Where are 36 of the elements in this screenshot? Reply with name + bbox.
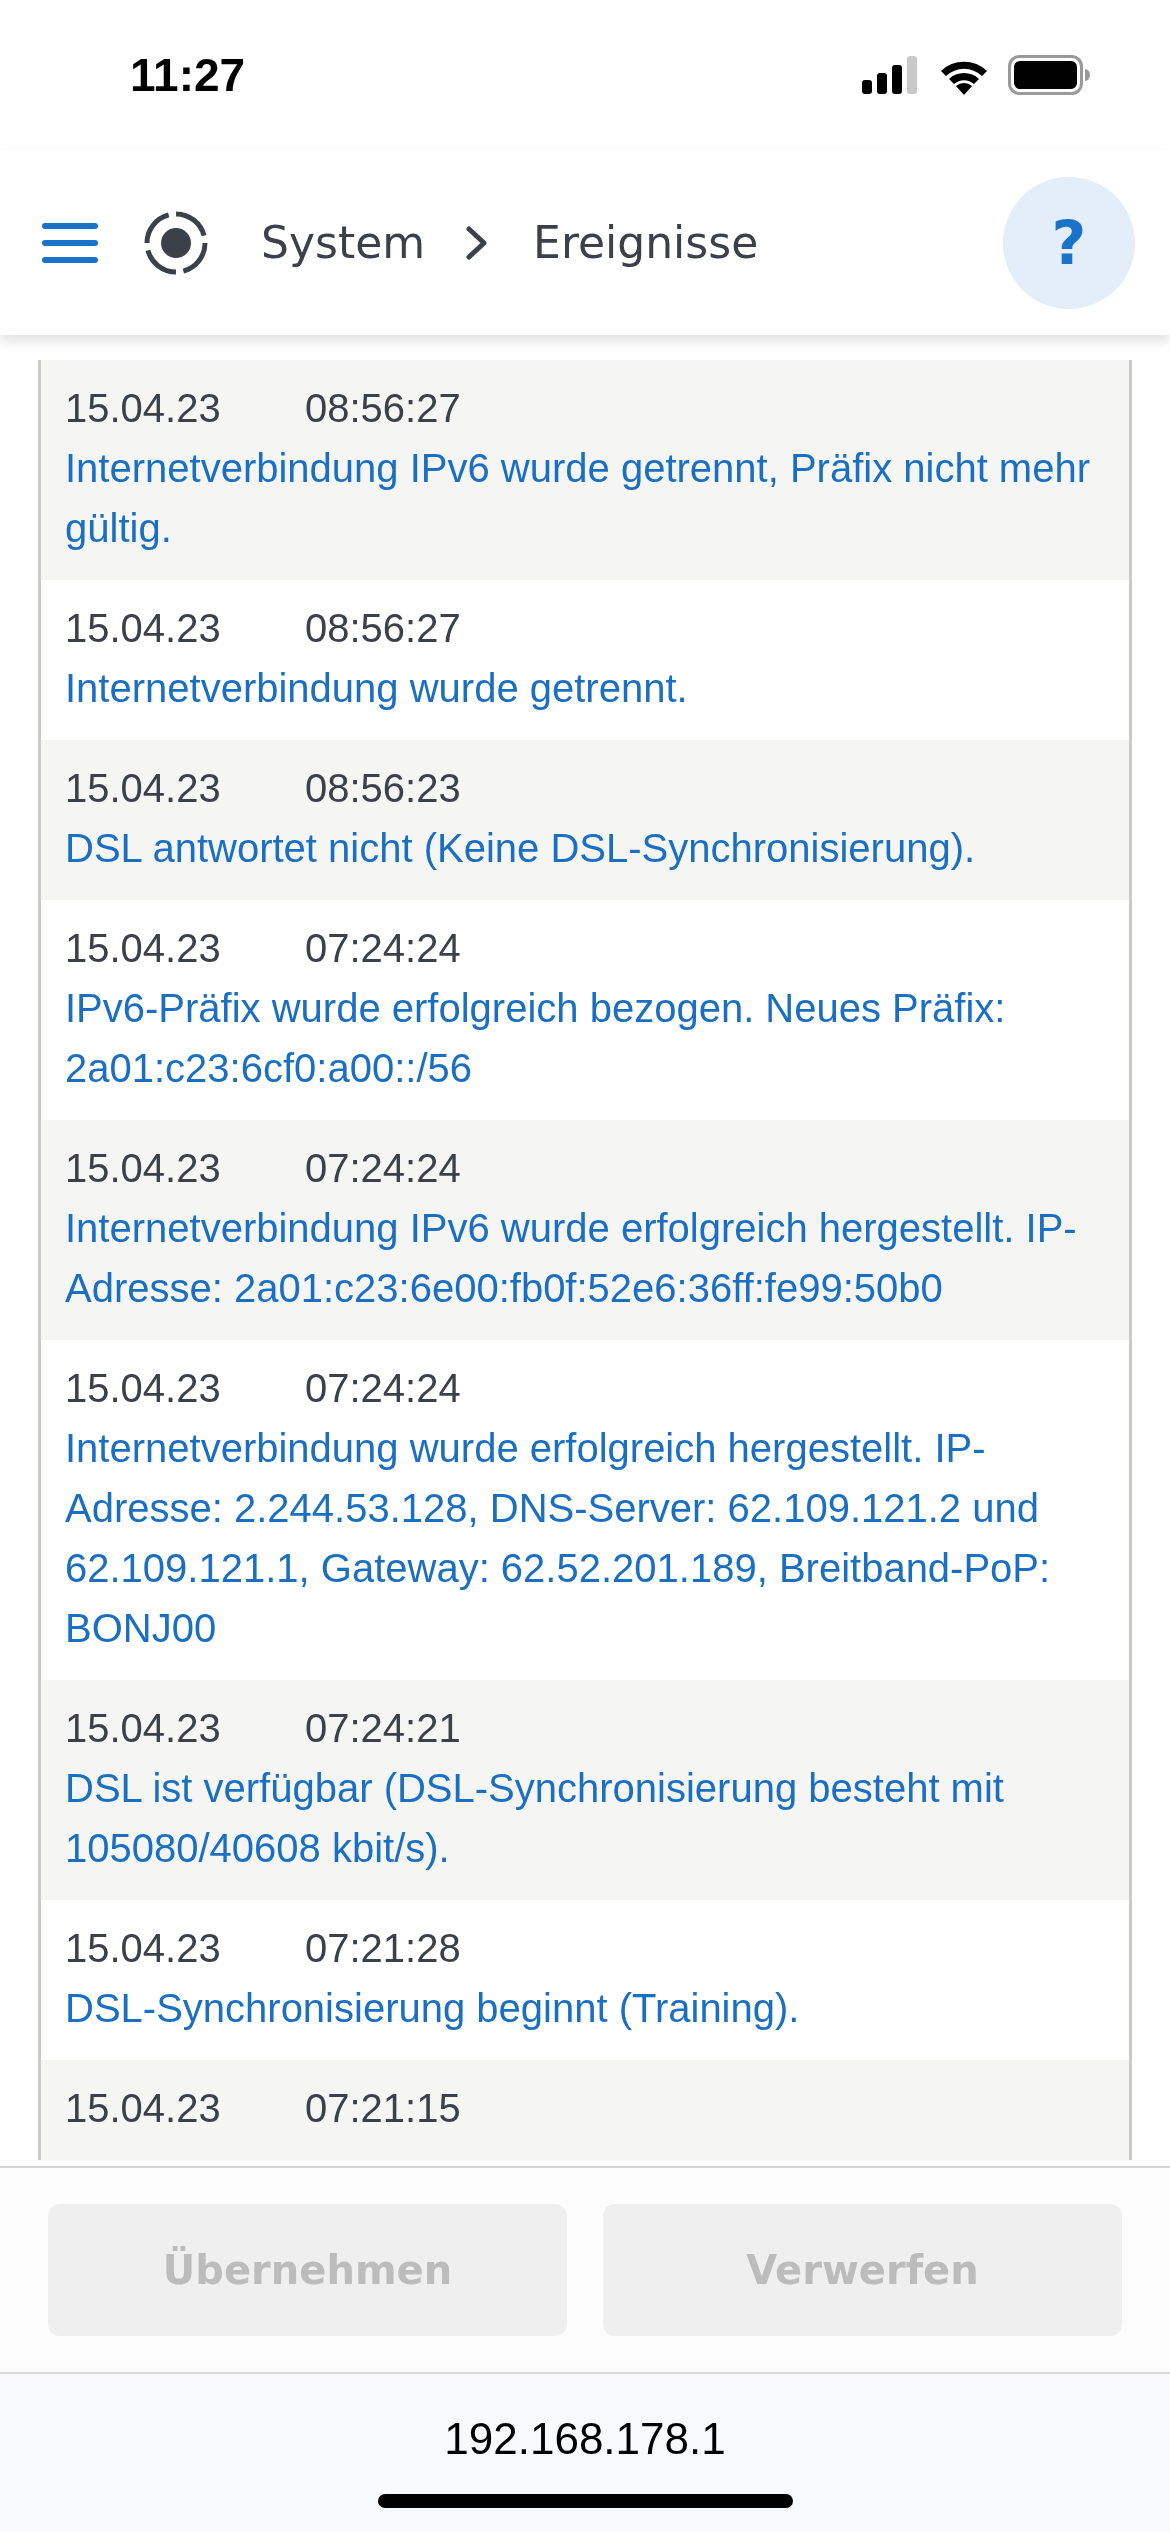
event-time: 07:24:24 <box>305 1365 461 1412</box>
event-message: IPv6-Präfix wurde erfolgreich bezogen. Neues Präfix: 2a01:c23:6cf0:a00::/56 <box>65 985 1007 1092</box>
event-time: 07:24:24 <box>305 925 461 972</box>
breadcrumb-item[interactable]: System <box>261 217 426 268</box>
chevron-icon <box>465 224 490 261</box>
event-date: 15.04.23 <box>65 925 222 972</box>
help-button[interactable]: ? <box>1003 176 1135 309</box>
event-date: 15.04.23 <box>65 2085 222 2132</box>
event-message: DSL ist verfügbar (DSL-Synchronisierung besteht mit 105080/40608 kbit/s). <box>65 1765 1005 1872</box>
event-date: 15.04.23 <box>65 1145 222 1192</box>
signal-icon <box>862 56 920 94</box>
event-time: 07:24:21 <box>305 1705 461 1752</box>
event-message: DSL-Synchronisierung beginnt (Training). <box>65 1985 801 2032</box>
event-message: Internetverbindung IPv6 wurde getrennt, Präfix nicht mehr gültig. <box>65 445 1091 552</box>
event-time: 07:21:15 <box>305 2085 461 2132</box>
breadcrumb-item[interactable]: Ereignisse <box>533 217 759 268</box>
event-date: 15.04.23 <box>65 605 222 652</box>
event-time: 08:56:27 <box>305 605 461 652</box>
menu-icon[interactable] <box>42 222 98 263</box>
event-date: 15.04.23 <box>65 385 222 432</box>
event-time: 08:56:27 <box>305 385 461 432</box>
event-message: Internetverbindung wurde getrennt. <box>65 665 689 712</box>
event-date: 15.04.23 <box>65 765 222 812</box>
target-icon <box>143 209 209 276</box>
event-date: 15.04.23 <box>65 1705 222 1752</box>
event-date: 15.04.23 <box>65 1925 222 1972</box>
event-message: Internetverbindung wurde erfolgreich hergestellt. IP-Adresse: 2.244.53.128, DNS-Server: 62.109.121.2 und 62.109.121.1, Gateway: 62.52.201.189, Breitband-PoP: BONJ00 <box>65 1425 1052 1652</box>
status-time: 11:27 <box>130 48 246 102</box>
url-text[interactable]: 192.168.178.1 <box>444 2414 726 2464</box>
event-message: Internetverbindung IPv6 wurde erfolgreich hergestellt. IP-Adresse: 2a01:c23:6e00:fb0f:52e6:36ff:fe99:50b0 <box>65 1205 1078 1312</box>
event-time: 08:56:23 <box>305 765 461 812</box>
event-time: 07:24:24 <box>305 1145 461 1192</box>
event-date: 15.04.23 <box>65 1365 222 1412</box>
event-time: 07:21:28 <box>305 1925 461 1972</box>
event-message: DSL antwortet nicht (Keine DSL-Synchronisierung). <box>65 825 977 872</box>
battery-icon <box>1008 55 1090 95</box>
